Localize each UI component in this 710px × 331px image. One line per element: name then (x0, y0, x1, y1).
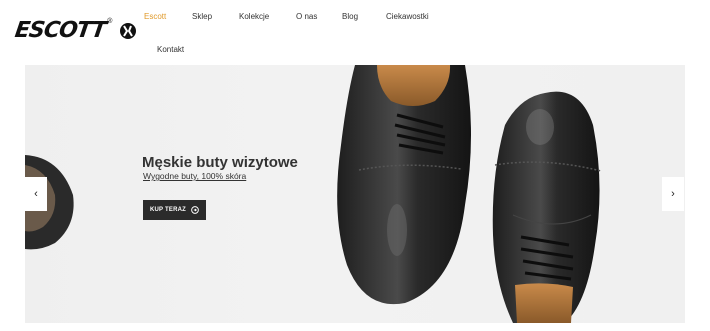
chevron-left-icon: ‹ (34, 188, 38, 200)
nav-item-o-nas[interactable]: O nas (296, 12, 317, 21)
slider-prev-button[interactable]: ‹ (25, 177, 47, 211)
nav-item-kontakt[interactable]: Kontakt (157, 45, 184, 54)
hero-slider: Męskie buty wizytowe Wygodne buty, 100% … (25, 65, 685, 323)
nav-item-escott[interactable]: Escott (144, 12, 166, 21)
slider-next-button[interactable]: › (662, 177, 684, 211)
hero-subtitle-link[interactable]: Wygodne buty, 100% skóra (143, 171, 246, 181)
brand-logo[interactable]: ESCOTT ® (13, 18, 138, 43)
buy-now-button[interactable]: KUP TERAZ (143, 200, 206, 220)
nav-item-ciekawostki[interactable]: Ciekawostki (386, 12, 429, 21)
logo-figure-icon (120, 22, 137, 39)
buy-now-label: KUP TERAZ (149, 207, 187, 213)
nav-item-blog[interactable]: Blog (342, 12, 358, 21)
shoes-image (25, 65, 602, 323)
chevron-right-icon: › (671, 188, 675, 200)
arrow-circle-right-icon (191, 206, 199, 214)
hero-title: Męskie buty wizytowe (142, 154, 298, 172)
nav-item-sklep[interactable]: Sklep (192, 12, 212, 21)
nav-item-kolekcje[interactable]: Kolekcje (239, 12, 269, 21)
logo-text: ESCOTT (13, 18, 108, 43)
logo-registered-mark: ® (107, 18, 113, 25)
